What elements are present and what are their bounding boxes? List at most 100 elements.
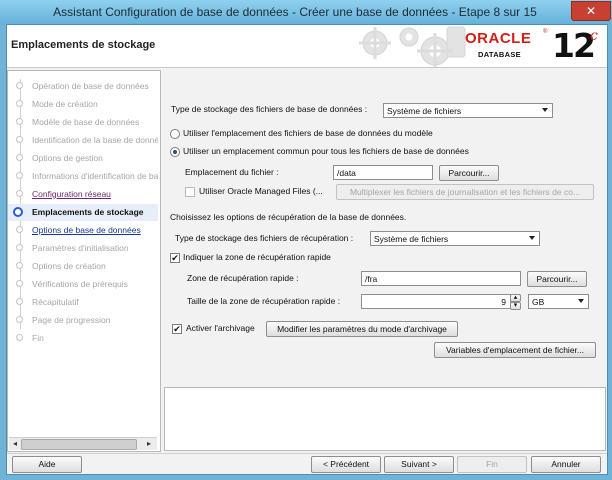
- footer-divider: [7, 453, 607, 454]
- scroll-right-icon[interactable]: ▸: [144, 439, 154, 449]
- fra-zone-input[interactable]: /fra: [361, 271, 521, 286]
- template-location-label[interactable]: Utiliser l'emplacement des fichiers de b…: [183, 128, 433, 138]
- step-indicator-icon: [16, 172, 23, 179]
- chevron-down-icon: [578, 299, 584, 303]
- cancel-button[interactable]: Annuler: [531, 456, 601, 473]
- step-indicator-icon: [16, 118, 23, 125]
- step-indicator-icon: [16, 136, 23, 143]
- sidebar-step: Mode de création: [8, 96, 158, 113]
- step-indicator-icon: [16, 280, 23, 287]
- page-title: Emplacements de stockage: [11, 39, 156, 51]
- browse-file-location-button[interactable]: Parcourir...: [439, 165, 499, 181]
- common-location-label[interactable]: Utiliser un emplacement commun pour tous…: [183, 146, 469, 156]
- archive-params-button[interactable]: Modifier les paramètres du mode d'archiv…: [266, 321, 458, 337]
- chevron-down-icon: [529, 236, 535, 240]
- fra-checkbox[interactable]: ✔: [170, 253, 180, 263]
- chevron-down-icon: [542, 108, 548, 112]
- db-storage-type-value: Système de fichiers: [387, 106, 462, 116]
- back-button[interactable]: < Précédent: [311, 456, 381, 473]
- spin-down-icon: ▾: [513, 302, 518, 309]
- spin-up-icon: ▴: [513, 294, 518, 301]
- sidebar-step: Paramètres d'initialisation: [8, 240, 158, 257]
- multiplex-logs-button[interactable]: Multiplexer les fichiers de journalisati…: [336, 184, 594, 200]
- file-location-label: Emplacement du fichier :: [185, 167, 279, 177]
- sidebar-step[interactable]: Emplacements de stockage: [8, 204, 158, 221]
- oracle-logo: ORACLE ® DATABASE: [465, 29, 547, 63]
- sidebar-step: Options de création: [8, 258, 158, 275]
- sidebar-step-label: Options de base de données: [32, 225, 141, 235]
- fra-size-label: Taille de la zone de récupération rapide…: [187, 296, 341, 306]
- close-icon: ✕: [585, 4, 597, 18]
- fra-checkbox-label[interactable]: Indiquer la zone de récupération rapide: [183, 252, 331, 262]
- archive-checkbox[interactable]: ✔: [172, 324, 182, 334]
- archive-checkbox-label[interactable]: Activer l'archivage: [186, 323, 255, 333]
- sidebar-step-label: Vérifications de prérequis: [32, 279, 128, 289]
- sidebar-step-label: Récapitulatif: [32, 297, 79, 307]
- sidebar-step: Opération de base de données: [8, 78, 158, 95]
- fra-size-decrement-button[interactable]: ▾: [510, 302, 521, 310]
- browse-fra-button[interactable]: Parcourir...: [527, 271, 587, 287]
- fra-size-unit-value: GB: [532, 297, 545, 307]
- wizard-window: Emplacements de stockage ORACLE ® DATABA…: [6, 24, 608, 475]
- finish-button[interactable]: Fin: [457, 456, 527, 473]
- db-storage-type-select[interactable]: Système de fichiers: [383, 103, 553, 118]
- steps-sidebar: Opération de base de données Mode de créa…: [7, 70, 161, 452]
- step-indicator-icon: [13, 207, 23, 217]
- sidebar-step: Identification de la base de données: [8, 132, 158, 149]
- sidebar-step: Options de gestion: [8, 150, 158, 167]
- sidebar-step-label: Emplacements de stockage: [32, 207, 144, 217]
- common-location-radio[interactable]: [170, 147, 180, 157]
- sidebar-horizontal-scrollbar[interactable]: ◂ ▸: [9, 437, 157, 450]
- gears-decoration-icon: [359, 26, 466, 67]
- step-indicator-icon: [16, 190, 23, 197]
- help-button[interactable]: Aide: [12, 456, 82, 473]
- sidebar-step-label: Informations d'identification de base: [32, 171, 158, 181]
- sidebar-step: Vérifications de prérequis: [8, 276, 158, 293]
- omf-checkbox[interactable]: [185, 187, 195, 197]
- scrollbar-thumb[interactable]: [21, 439, 137, 450]
- step-indicator-icon: [16, 334, 23, 341]
- step-indicator-icon: [16, 82, 23, 89]
- scroll-left-icon[interactable]: ◂: [10, 439, 20, 449]
- sidebar-step-label: Mode de création: [32, 99, 98, 109]
- step-indicator-icon: [16, 226, 23, 233]
- sidebar-step-label: Opération de base de données: [32, 81, 149, 91]
- database-wordmark: DATABASE: [478, 50, 521, 59]
- omf-label[interactable]: Utiliser Oracle Managed Files (...: [199, 186, 323, 196]
- file-location-value: /data: [337, 168, 356, 178]
- step-indicator-icon: [16, 154, 23, 161]
- step-indicator-icon: [16, 262, 23, 269]
- fra-zone-value: /fra: [365, 274, 378, 284]
- recovery-storage-type-select[interactable]: Système de fichiers: [370, 231, 540, 246]
- sidebar-step: Récapitulatif: [8, 294, 158, 311]
- sidebar-step: Modèle de base de données: [8, 114, 158, 131]
- version-suffix: c: [590, 28, 598, 44]
- sidebar-step-label: Paramètres d'initialisation: [32, 243, 129, 253]
- checkmark-icon: ✔: [173, 324, 181, 334]
- sidebar-step-label: Fin: [32, 333, 44, 343]
- fra-size-unit-select[interactable]: GB: [528, 294, 589, 309]
- sidebar-step: Fin: [8, 330, 158, 347]
- steps-list: Opération de base de données Mode de créa…: [8, 71, 158, 437]
- sidebar-step-label: Modèle de base de données: [32, 117, 140, 127]
- db-storage-type-label: Type de stockage des fichiers de base de…: [171, 104, 368, 114]
- sidebar-step-label: Page de progression: [32, 315, 111, 325]
- close-window-button[interactable]: ✕: [571, 1, 611, 21]
- fra-zone-label: Zone de récupération rapide :: [187, 273, 299, 283]
- template-location-radio[interactable]: [170, 129, 180, 139]
- file-location-input[interactable]: /data: [333, 165, 433, 180]
- sidebar-step[interactable]: Options de base de données: [8, 222, 158, 239]
- sidebar-step[interactable]: Configuration réseau: [8, 186, 158, 203]
- sidebar-step: Informations d'identification de base: [8, 168, 158, 185]
- page-header: Emplacements de stockage ORACLE ® DATABA…: [7, 25, 607, 68]
- sidebar-step-label: Identification de la base de données: [32, 135, 158, 145]
- next-button[interactable]: Suivant >: [384, 456, 454, 473]
- fra-size-input[interactable]: 9: [361, 294, 511, 309]
- step-indicator-icon: [16, 100, 23, 107]
- title-bar: Assistant Configuration de base de donné…: [0, 0, 612, 24]
- file-location-variables-button[interactable]: Variables d'emplacement de fichier...: [434, 342, 596, 358]
- sidebar-step-label: Configuration réseau: [32, 189, 111, 199]
- sidebar-step: Page de progression: [8, 312, 158, 329]
- fra-size-increment-button[interactable]: ▴: [510, 294, 521, 302]
- recovery-storage-type-value: Système de fichiers: [374, 234, 449, 244]
